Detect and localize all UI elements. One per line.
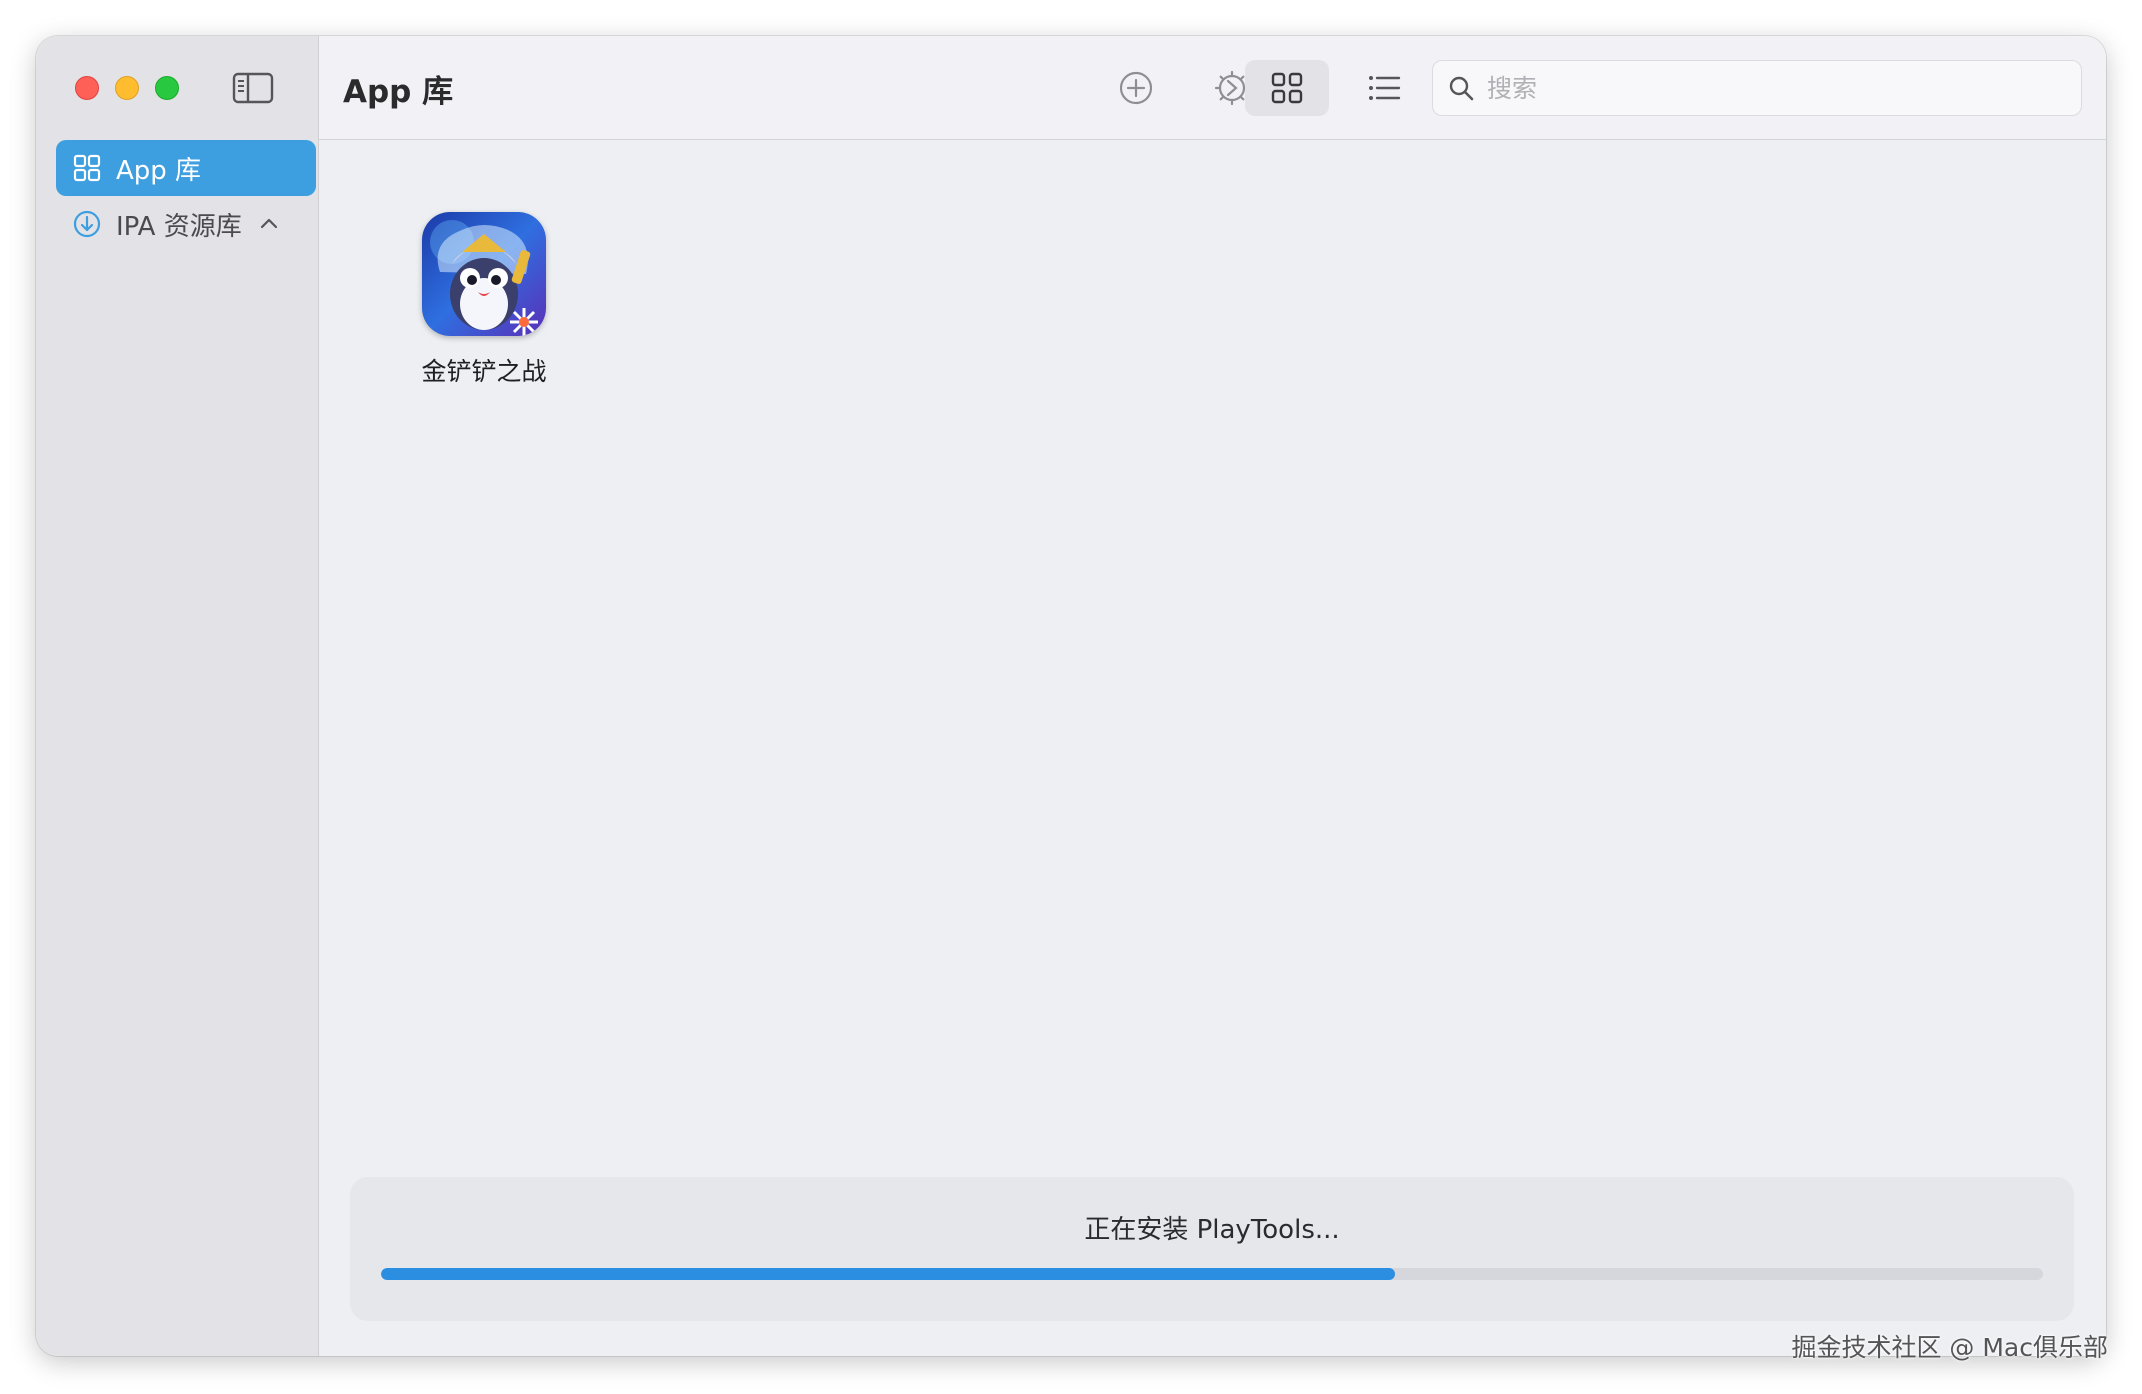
progress-bar [381, 1268, 2043, 1280]
sidebar-item-ipa-library[interactable]: IPA 资源库 [56, 196, 316, 252]
sidebar: App 库 IPA 资源库 [36, 36, 319, 1356]
chevron-up-icon[interactable] [258, 213, 280, 235]
add-app-button[interactable] [1101, 60, 1171, 116]
add-icon [1119, 71, 1153, 105]
sidebar-item-label: App 库 [116, 155, 202, 186]
watermark: 掘金技术社区 @ Mac俱乐部 [1791, 1333, 2108, 1362]
toolbar: App 库 [319, 36, 2106, 140]
page-title: App 库 [343, 74, 454, 110]
minimize-window-button[interactable] [115, 76, 139, 100]
search-input[interactable] [1487, 73, 2047, 103]
search-icon [1449, 76, 1474, 101]
list-view-button[interactable] [1349, 60, 1419, 116]
progress-status-text: 正在安装 PlayTools... [1084, 1215, 1340, 1245]
grid-view-icon [1271, 72, 1303, 104]
grid-view-button[interactable] [1245, 60, 1329, 116]
list-view-icon [1369, 76, 1401, 100]
penguin-game-icon [422, 212, 546, 336]
grid-icon [73, 154, 101, 182]
app-name: 金铲铲之战 [421, 357, 547, 386]
main-content: App 库 搜索 金铲铲之战 正在安装 PlayTools... [319, 36, 2106, 1356]
install-progress-panel: 正在安装 PlayTools... [350, 1177, 2074, 1321]
sidebar-item-app-library[interactable]: App 库 [56, 140, 316, 196]
sidebar-item-label: IPA 资源库 [116, 211, 242, 242]
sidebar-toggle-icon[interactable] [232, 72, 274, 104]
search-box[interactable] [1432, 60, 2082, 116]
close-window-button[interactable] [75, 76, 99, 100]
app-icon-game[interactable] [422, 212, 546, 336]
progress-bar-fill [381, 1268, 1395, 1280]
app-tile[interactable]: 金铲铲之战 [399, 212, 569, 388]
zoom-window-button[interactable] [155, 76, 179, 100]
app-window: App 库 IPA 资源库 App 库 搜索 金铲铲之战 正在安装 PlayTo… [36, 36, 2106, 1356]
download-circle-icon [73, 210, 101, 238]
